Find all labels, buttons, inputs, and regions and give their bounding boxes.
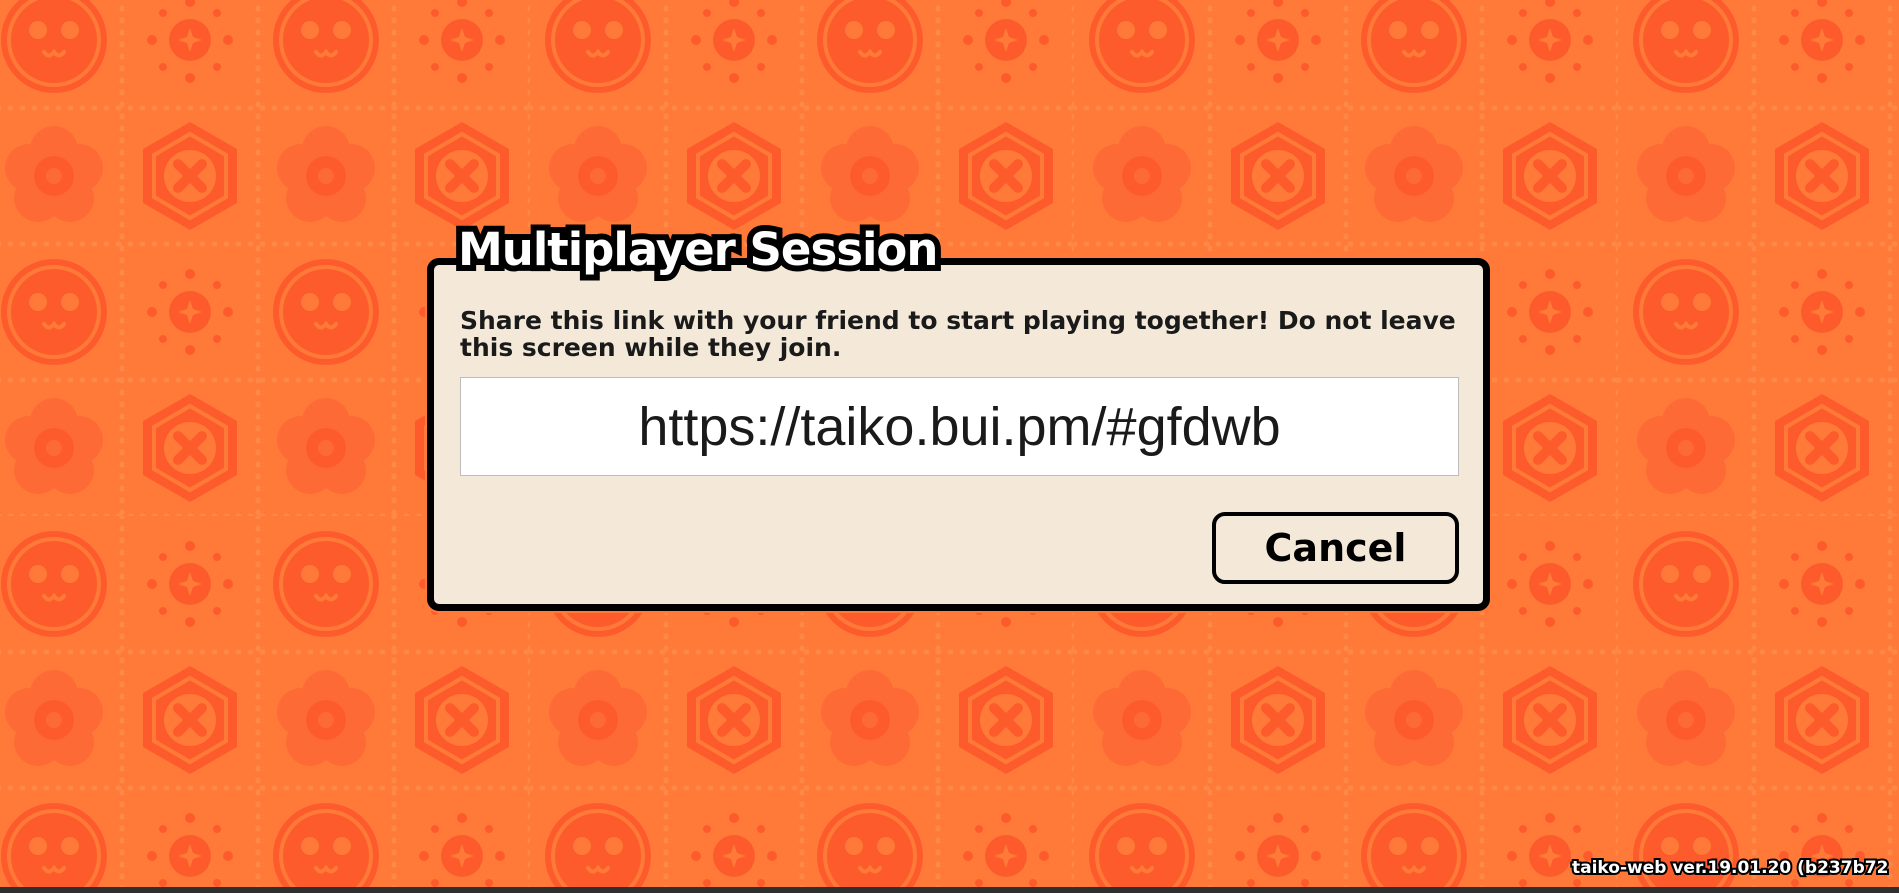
version-label: taiko-web ver.19.01.20 (b237b72: [1570, 856, 1890, 880]
share-link-input[interactable]: [460, 377, 1459, 476]
dialog-title: Multiplayer Session: [452, 217, 944, 282]
bottom-bar: [0, 887, 1899, 893]
cancel-button[interactable]: Cancel: [1212, 512, 1459, 584]
dialog-message: Share this link with your friend to star…: [460, 306, 1456, 362]
